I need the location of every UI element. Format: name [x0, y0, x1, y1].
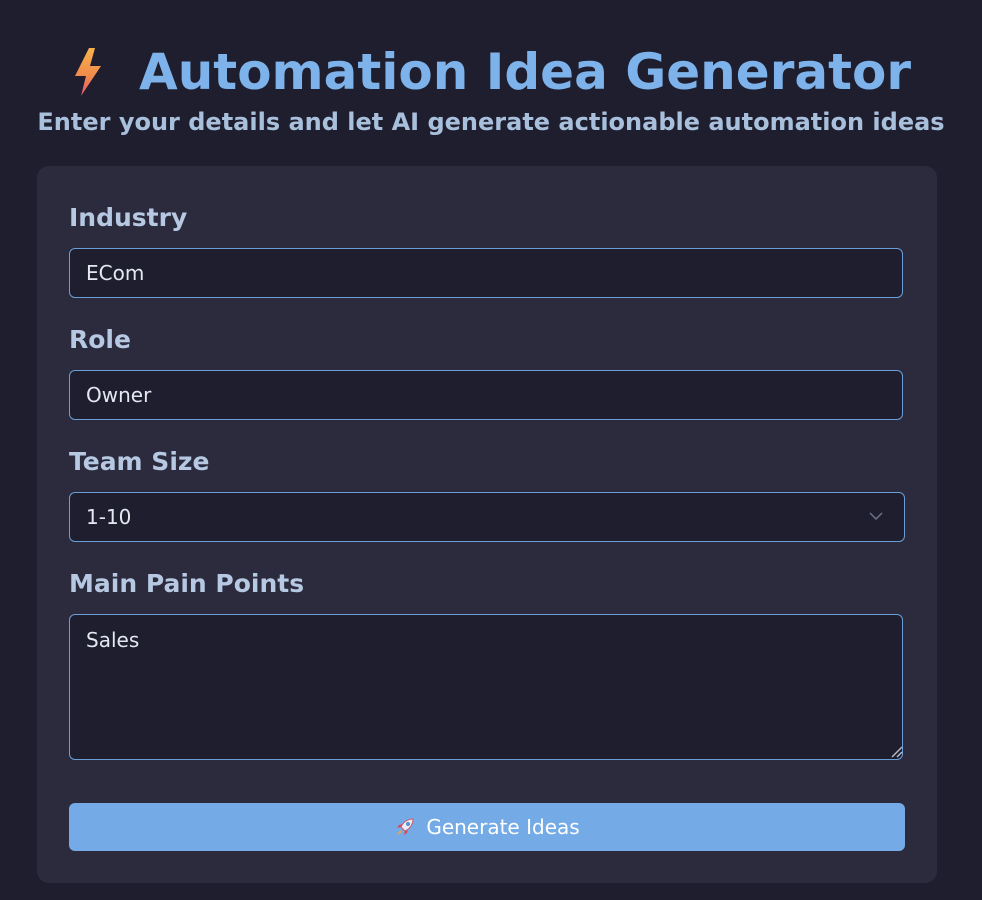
lightning-bolt-icon	[75, 48, 101, 96]
role-input[interactable]	[69, 370, 903, 420]
generate-ideas-label: Generate Ideas	[426, 815, 580, 839]
generate-ideas-button[interactable]: Generate Ideas	[69, 803, 905, 851]
industry-label: Industry	[69, 203, 188, 232]
pain-points-label: Main Pain Points	[69, 569, 305, 598]
page-title: Automation Idea Generator	[139, 43, 911, 101]
team-size-label: Team Size	[69, 447, 210, 476]
role-label: Role	[69, 325, 131, 354]
rocket-icon	[397, 818, 414, 835]
team-size-select[interactable]: 1-10	[69, 492, 905, 542]
form-card: Industry Role Team Size 1-10 Main Pain P…	[37, 166, 937, 883]
team-size-value: 1-10	[86, 505, 132, 529]
industry-input[interactable]	[69, 248, 903, 298]
page-subtitle: Enter your details and let AI generate a…	[37, 108, 945, 136]
title-row: Automation Idea Generator	[0, 40, 982, 104]
pain-points-textarea[interactable]: Sales	[69, 614, 903, 760]
chevron-down-icon	[869, 512, 883, 521]
resize-handle-icon[interactable]	[889, 744, 903, 758]
